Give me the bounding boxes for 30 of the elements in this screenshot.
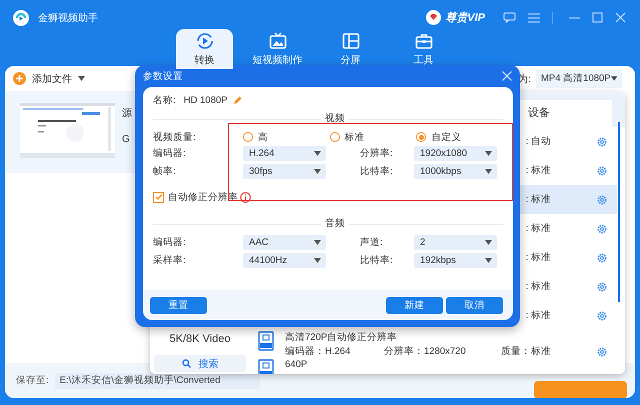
field-label: 声道: [359, 236, 384, 249]
app-title: 金狮视频助手 [38, 12, 98, 24]
quality-text: : 标准 [526, 310, 551, 321]
dialog-title: 参数设置 [143, 70, 183, 82]
quality-text: : 标准 [526, 194, 551, 205]
file-info-text: G [122, 134, 131, 145]
quality-text: : 标准 [526, 281, 551, 292]
field-label: 视频质量: [153, 130, 197, 144]
section-heading: 音频 [321, 217, 349, 230]
section-heading: 视频 [321, 112, 349, 125]
quality-text: : 自动 [526, 136, 551, 147]
resolution-text: 分辨率：1280x720 [384, 346, 466, 357]
field-label: 比特率: [359, 254, 394, 267]
quality-text: 质量：标准 [501, 346, 551, 357]
field-label: 编码器: [153, 236, 187, 249]
field-label: 采样率: [153, 254, 187, 267]
name-label: 名称: [153, 94, 176, 106]
field-label: 帧率: [153, 165, 177, 178]
field-label: 分辨率: [359, 147, 394, 160]
format-title: 高清720P自动修正分辨率 [285, 331, 398, 344]
quality-text: : 标准 [526, 252, 551, 263]
field-label: 比特率: [359, 165, 394, 178]
field-label: 编码器: [153, 147, 187, 160]
quality-text: : 标准 [526, 165, 551, 176]
file-info-text: 源 [122, 107, 132, 120]
format-title: 640P [285, 359, 308, 370]
save-label: 保存至: [16, 374, 49, 387]
quality-text: : 标准 [526, 223, 551, 234]
encoder-text: 编码器：H.264 [285, 346, 350, 357]
preset-name: HD 1080P [184, 94, 228, 106]
